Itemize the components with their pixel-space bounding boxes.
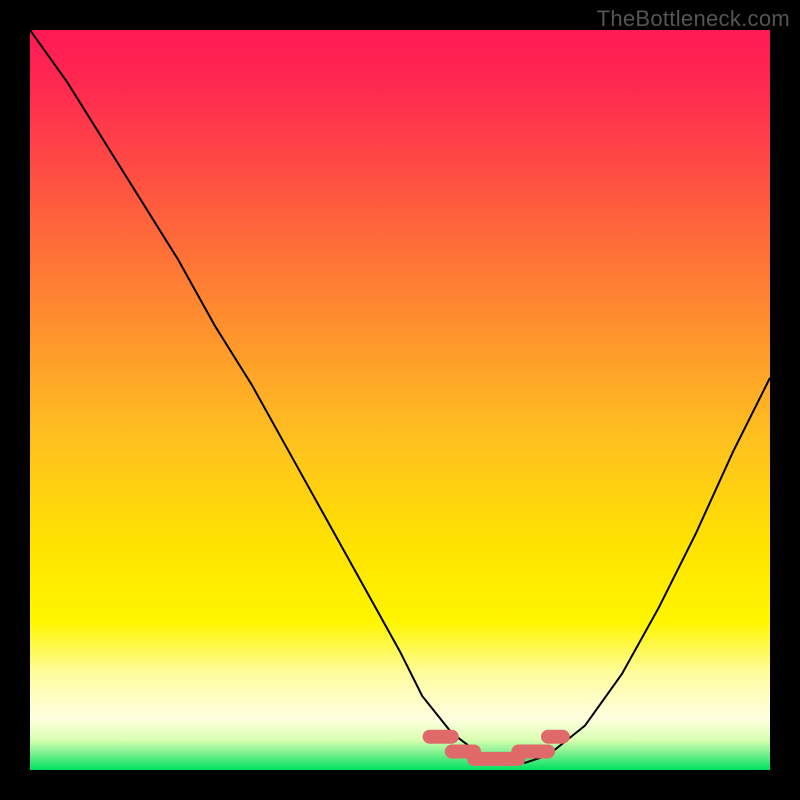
curve-layer [30,30,770,770]
bottleneck-curve [30,30,770,763]
plot-area [30,30,770,770]
chart-frame: TheBottleneck.com [0,0,800,800]
watermark-label: TheBottleneck.com [597,6,790,32]
flat-zone-markers [430,737,563,759]
